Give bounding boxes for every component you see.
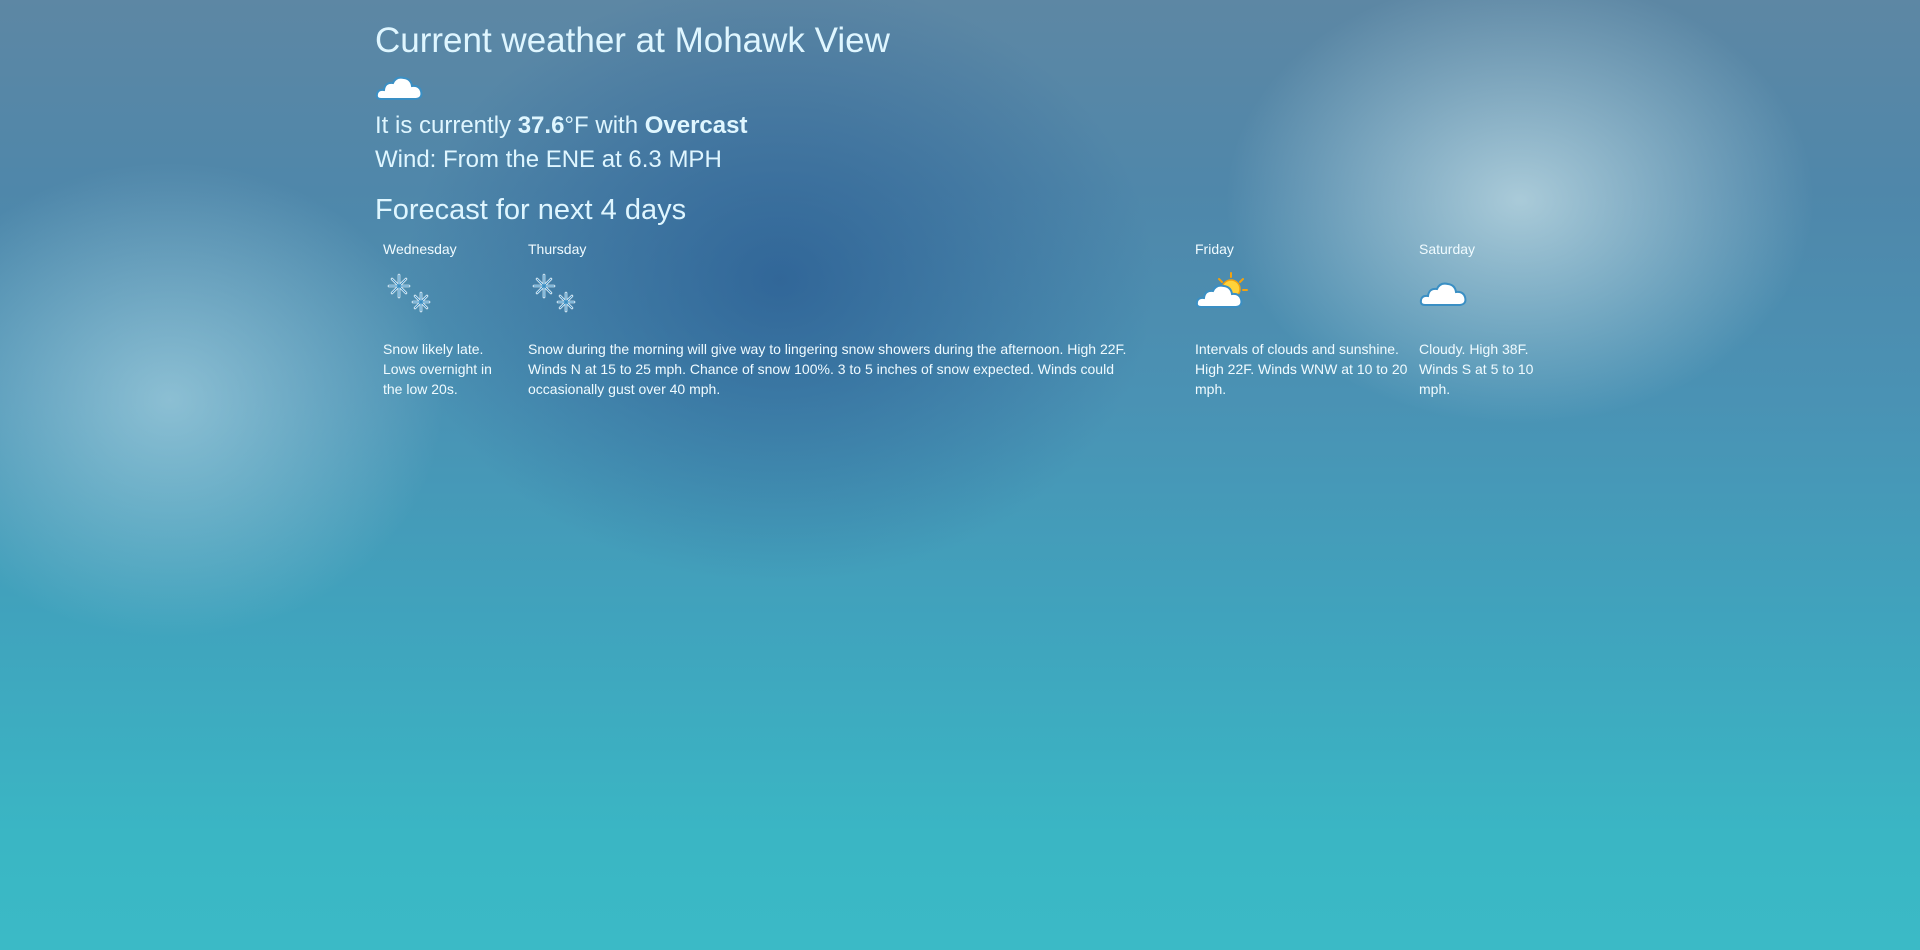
partly-cloudy-icon <box>1195 272 1248 308</box>
page-title: Current weather at Mohawk View <box>375 21 890 60</box>
day-description: Cloudy. High 38F. Winds S at 5 to 10 mph… <box>1419 341 1534 397</box>
forecast-list: Wednesday Snow likely late. Lows overnig… <box>375 239 1575 419</box>
current-conditions: It is currently 37.6°F with Overcast <box>375 109 1575 143</box>
weather-panel: Current weather at Mohawk View It is cur… <box>375 0 1575 419</box>
snow-icon <box>387 273 431 313</box>
current-prefix: It is currently <box>375 112 518 139</box>
current-with: with <box>588 112 645 139</box>
forecast-day-saturday: Saturday Cloudy. High 38F. Winds S at 5 … <box>1419 239 1549 399</box>
cloud-icon <box>375 76 423 100</box>
forecast-day-friday: Friday Intervals of clouds and sunshine.… <box>1195 239 1410 399</box>
current-wind: Wind: From the ENE at 6.3 MPH <box>375 146 722 173</box>
cloud-icon <box>1419 282 1467 306</box>
forecast-heading: Forecast for next 4 days <box>375 194 687 226</box>
day-description: Intervals of clouds and sunshine. High 2… <box>1195 341 1408 397</box>
forecast-day-thursday: Thursday Snow during the morning will gi… <box>528 239 1168 399</box>
forecast-day-wednesday: Wednesday Snow likely late. Lows overnig… <box>383 239 501 399</box>
day-name: Saturday <box>1419 241 1476 257</box>
day-name: Wednesday <box>383 241 457 257</box>
day-description: Snow during the morning will give way to… <box>528 341 1127 397</box>
snow-icon <box>532 273 576 313</box>
day-description: Snow likely late. Lows overnight in the … <box>383 341 492 397</box>
current-condition: Overcast <box>644 112 748 139</box>
temperature-unit: °F <box>564 112 589 139</box>
current-temperature: 37.6 <box>517 112 565 139</box>
day-name: Thursday <box>528 241 587 257</box>
day-name: Friday <box>1195 241 1234 257</box>
